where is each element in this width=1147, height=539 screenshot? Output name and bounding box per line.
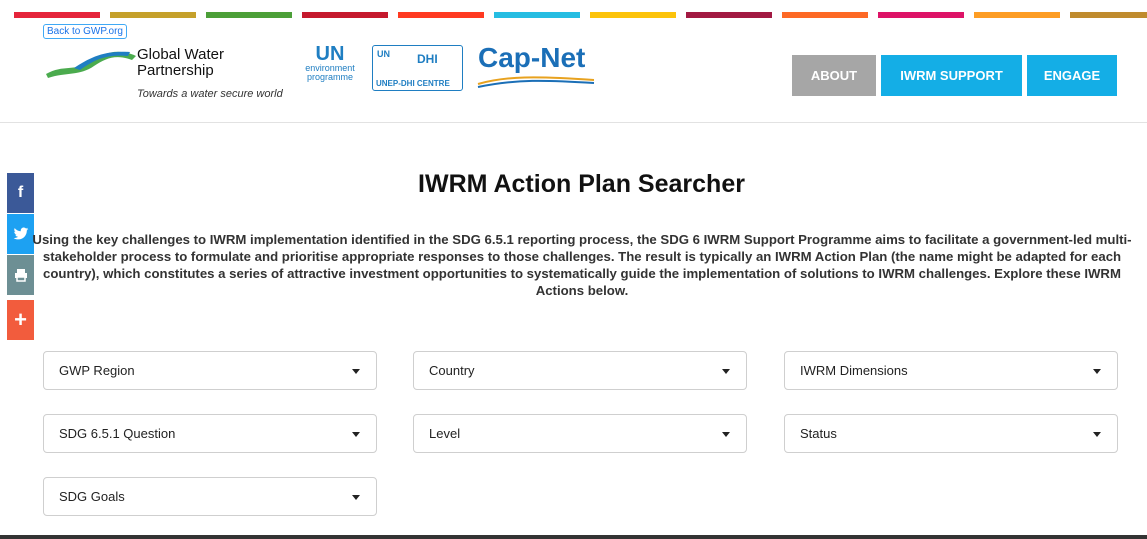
unep-un-mark: UN	[315, 43, 345, 65]
plus-icon: +	[14, 307, 27, 332]
sdg-stripe-segment	[782, 12, 868, 18]
dhi-un-mark: UN	[377, 49, 390, 59]
status-label: Status	[800, 426, 837, 441]
back-to-gwp-link[interactable]: Back to GWP.org	[43, 24, 127, 39]
sdg-goals-select[interactable]: SDG Goals	[43, 477, 377, 516]
iwrm-dimensions-label: IWRM Dimensions	[800, 363, 908, 378]
gwp-logo-icon[interactable]	[44, 44, 144, 80]
iwrm-support-button[interactable]: IWRM SUPPORT	[881, 55, 1022, 96]
sdg-stripe-segment	[302, 12, 388, 18]
sdg-question-select[interactable]: SDG 6.5.1 Question	[43, 414, 377, 453]
sdg-stripe-segment	[1070, 12, 1147, 18]
level-select[interactable]: Level	[413, 414, 747, 453]
capnet-wave-icon	[477, 76, 595, 88]
sdg-stripe-segment	[494, 12, 580, 18]
chevron-down-icon	[722, 432, 730, 437]
sdg-stripe-segment	[206, 12, 292, 18]
unep-line2: programme	[306, 72, 353, 82]
sdg-question-label: SDG 6.5.1 Question	[59, 426, 176, 441]
country-label: Country	[429, 363, 475, 378]
sdg-stripe-segment	[398, 12, 484, 18]
sdg-stripe-segment	[974, 12, 1060, 18]
sdg-stripe-segment	[590, 12, 676, 18]
sdg-color-stripe	[0, 12, 1147, 18]
capnet-logo: Cap-Net	[478, 42, 586, 73]
unep-dhi-logo: UN DHI UNEP-DHI CENTRE	[372, 45, 463, 91]
page-title: IWRM Action Plan Searcher	[418, 170, 745, 198]
gwp-name: Global Water Partnership	[137, 47, 224, 79]
gwp-tagline: Towards a water secure world	[137, 88, 283, 100]
chevron-down-icon	[1093, 369, 1101, 374]
more-share-button[interactable]: +	[7, 300, 34, 340]
print-icon	[14, 269, 27, 282]
gwp-region-label: GWP Region	[59, 363, 135, 378]
about-button[interactable]: ABOUT	[792, 55, 876, 96]
sdg-stripe-segment	[686, 12, 772, 18]
status-select[interactable]: Status	[784, 414, 1118, 453]
engage-button[interactable]: ENGAGE	[1027, 55, 1117, 96]
iwrm-dimensions-select[interactable]: IWRM Dimensions	[784, 351, 1118, 390]
bottom-edge-bar	[0, 535, 1147, 539]
header-divider	[0, 122, 1147, 123]
intro-text: Using the key challenges to IWRM impleme…	[32, 232, 1132, 298]
gwp-region-select[interactable]: GWP Region	[43, 351, 377, 390]
level-label: Level	[429, 426, 461, 441]
sdg-stripe-segment	[14, 12, 100, 18]
chevron-down-icon	[352, 369, 360, 374]
chevron-down-icon	[722, 369, 730, 374]
gwp-name-line2: Partnership	[137, 62, 214, 79]
country-select[interactable]: Country	[413, 351, 747, 390]
dhi-mark: DHI	[417, 52, 438, 66]
dhi-centre-label: UNEP-DHI CENTRE	[376, 79, 450, 88]
sdg-stripe-segment	[110, 12, 196, 18]
twitter-icon	[13, 227, 28, 240]
chevron-down-icon	[1093, 432, 1101, 437]
sdg-stripe-segment	[878, 12, 964, 18]
sdg-goals-label: SDG Goals	[59, 489, 125, 504]
chevron-down-icon	[352, 495, 360, 500]
unep-logo: UN environment programme	[300, 44, 360, 82]
chevron-down-icon	[352, 432, 360, 437]
gwp-name-line1: Global Water	[137, 46, 224, 63]
